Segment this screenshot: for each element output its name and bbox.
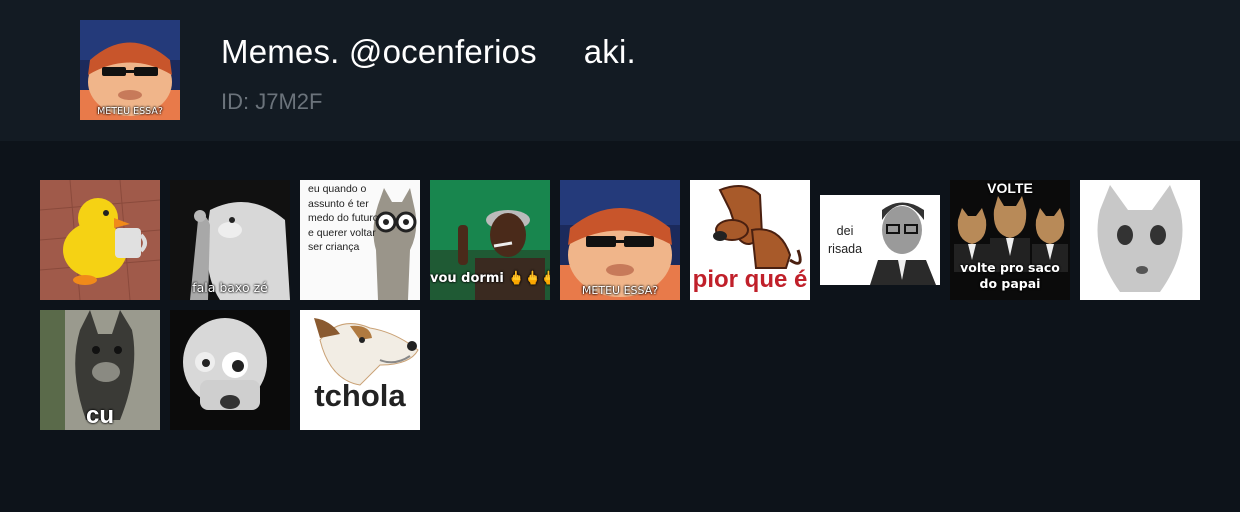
sticker-duck-with-mug[interactable] <box>40 180 160 300</box>
pack-title: Memes. @ocenferios aki. <box>221 33 636 70</box>
sticker-grid: fala baxo zé eu quando o assunto é ter m… <box>40 180 1210 430</box>
sticker-caption: METEU ESSA? <box>581 284 659 297</box>
sticker-caption: vou dormi 🖕🖕🖕 <box>430 271 550 286</box>
pack-id: ID: J7M2F <box>221 89 323 114</box>
sticker-cat-glasses[interactable]: eu quando o assunto é ter medo do futuro… <box>300 180 420 300</box>
sticker-boy-sunglasses[interactable]: METEU ESSA? <box>560 180 680 300</box>
sticker-caption: cu <box>85 402 114 429</box>
sticker-man-glasses[interactable]: dei risada <box>820 180 940 300</box>
sticker-sad-dog-cartoon[interactable]: pior que é <box>690 180 810 300</box>
sticker-caption: tchola <box>314 378 406 413</box>
pack-header: METEU ESSA? Memes. @ocenferios aki. ID: … <box>0 0 1240 141</box>
sticker-cat-face[interactable] <box>1080 180 1200 300</box>
sticker-caption-top: VOLTE <box>987 180 1033 196</box>
sticker-caption: fala baxo zé <box>192 280 268 295</box>
sticker-schnauzer[interactable]: cu <box>40 310 160 430</box>
sticker-caption: pior que é <box>692 266 808 293</box>
sticker-caption: eu quando o assunto é ter medo do futuro… <box>308 183 379 253</box>
sticker-cats-suits[interactable]: VOLTE volte pro saco do papai <box>950 180 1070 300</box>
pack-cover-caption: METEU ESSA? <box>97 106 163 117</box>
sticker-smirking-dog[interactable]: tchola <box>300 310 420 430</box>
sticker-man-smoking[interactable]: vou dormi 🖕🖕🖕 <box>430 180 550 300</box>
sticker-dog-shush[interactable]: fala baxo zé <box>170 180 290 300</box>
sticker-skull[interactable] <box>170 310 290 430</box>
sticker-caption: dei risada <box>828 224 863 256</box>
sticker-caption: volte pro saco do papai <box>960 260 1060 291</box>
pack-cover-image: METEU ESSA? <box>80 20 180 120</box>
